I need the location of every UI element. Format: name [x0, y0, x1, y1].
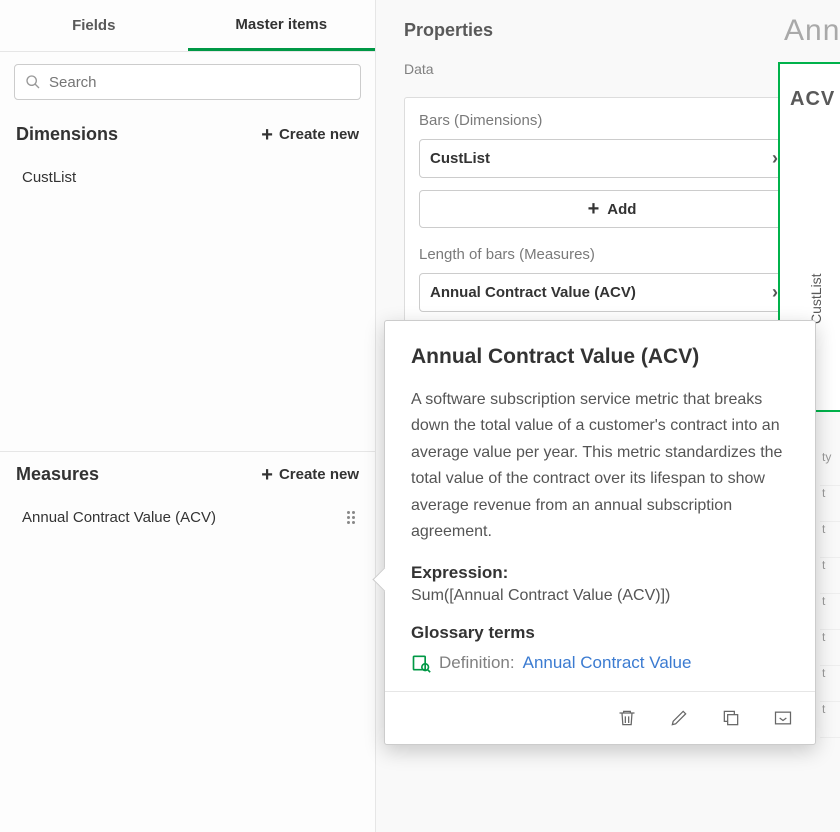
create-dimension-label: Create new	[279, 126, 359, 143]
tab-fields[interactable]: Fields	[0, 0, 188, 51]
expression-value: Sum([Annual Contract Value (ACV)])	[411, 587, 789, 605]
insert-icon	[772, 708, 794, 728]
insert-button[interactable]	[771, 706, 795, 730]
create-measure-button[interactable]: + Create new	[261, 465, 359, 485]
assets-tabs: Fields Master items	[0, 0, 375, 52]
drag-handle-icon[interactable]	[347, 511, 355, 524]
length-measures-label: Length of bars (Measures)	[419, 246, 805, 263]
table-cell-partial: t	[820, 486, 840, 522]
add-dimension-button[interactable]: + Add	[419, 190, 805, 228]
dimension-item-custlist[interactable]: CustList	[0, 157, 375, 198]
chart-title-partial: Ann	[784, 14, 840, 48]
table-cell-partial: t	[820, 594, 840, 630]
table-cell-partial: t	[820, 558, 840, 594]
table-cell-partial: ty	[820, 450, 840, 486]
search-icon	[25, 74, 41, 90]
plus-icon: +	[261, 465, 273, 485]
dimension-pill-custlist[interactable]: CustList ›	[419, 139, 805, 178]
dimensions-title: Dimensions	[16, 124, 118, 145]
tab-master-items[interactable]: Master items	[188, 0, 376, 51]
duplicate-button[interactable]	[719, 706, 743, 730]
plus-icon: +	[588, 199, 600, 219]
trash-icon	[617, 708, 637, 728]
definition-label: Definition:	[439, 653, 515, 673]
table-cell-partial: t	[820, 630, 840, 666]
dimension-pill-label: CustList	[430, 150, 490, 167]
measure-item-acv[interactable]: Annual Contract Value (ACV)	[0, 497, 375, 538]
properties-header: Properties	[376, 0, 840, 51]
assets-panel: Fields Master items Dimensions + Create …	[0, 0, 376, 832]
delete-button[interactable]	[615, 706, 639, 730]
glossary-terms-label: Glossary terms	[411, 623, 789, 643]
search-input[interactable]	[49, 74, 350, 91]
create-measure-label: Create new	[279, 466, 359, 483]
popover-description: A software subscription service metric t…	[411, 387, 789, 545]
dimensions-section: Dimensions + Create new CustList	[0, 112, 375, 452]
table-cell-partial: t	[820, 666, 840, 702]
chart-acv-label: ACV	[780, 64, 840, 111]
pencil-icon	[669, 708, 689, 728]
popover-footer	[385, 691, 815, 744]
chart-y-axis-label: CustList	[808, 273, 824, 324]
table-cell-partial: t	[820, 522, 840, 558]
bars-dimensions-label: Bars (Dimensions)	[419, 112, 805, 129]
glossary-definition-row: Definition: Annual Contract Value	[411, 653, 789, 673]
create-dimension-button[interactable]: + Create new	[261, 125, 359, 145]
glossary-icon	[411, 653, 431, 673]
add-label: Add	[607, 201, 636, 218]
measure-detail-popover: Annual Contract Value (ACV) A software s…	[384, 320, 816, 745]
measure-pill-acv[interactable]: Annual Contract Value (ACV) ›	[419, 273, 805, 312]
search-box[interactable]	[14, 64, 361, 100]
edit-button[interactable]	[667, 706, 691, 730]
table-cell-partial: t	[820, 702, 840, 738]
copy-icon	[721, 708, 741, 728]
plus-icon: +	[261, 125, 273, 145]
data-section-label: Data	[376, 51, 840, 87]
data-card: Bars (Dimensions) CustList › + Add Lengt…	[404, 97, 820, 327]
table-edge-partial: ty t t t t t t t	[820, 450, 840, 738]
measures-section: Measures + Create new Annual Contract Va…	[0, 452, 375, 538]
dimension-item-label: CustList	[22, 169, 76, 186]
measure-pill-label: Annual Contract Value (ACV)	[430, 284, 636, 301]
expression-label: Expression:	[411, 563, 789, 583]
measures-title: Measures	[16, 464, 99, 485]
glossary-definition-link[interactable]: Annual Contract Value	[523, 653, 692, 673]
measure-item-label: Annual Contract Value (ACV)	[22, 509, 216, 526]
popover-title: Annual Contract Value (ACV)	[411, 345, 789, 369]
